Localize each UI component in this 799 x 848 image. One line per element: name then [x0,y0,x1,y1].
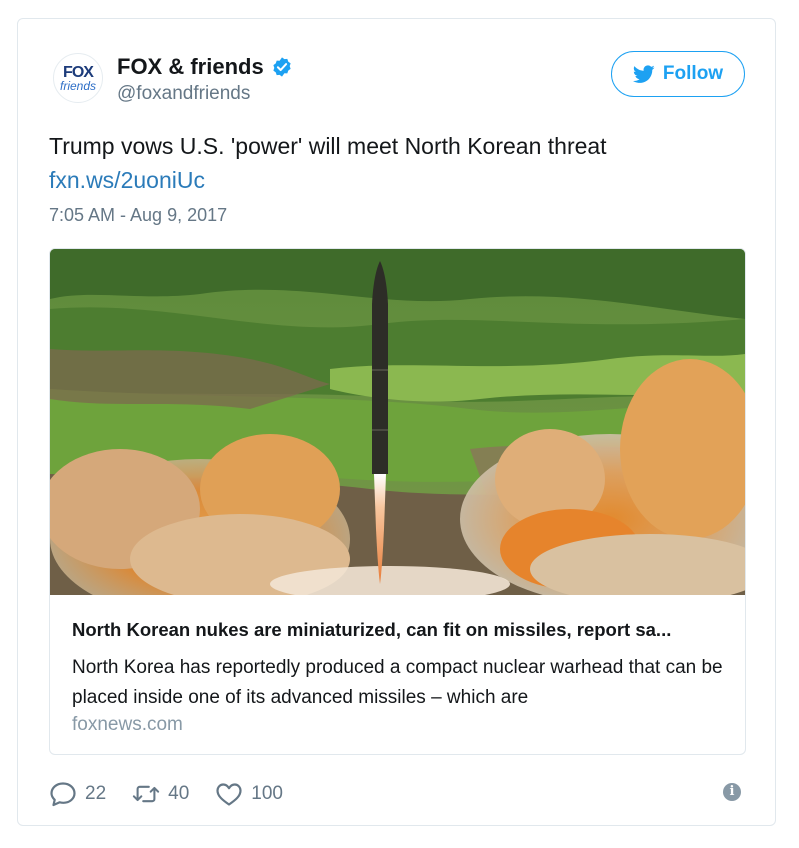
tweet-text: Trump vows U.S. 'power' will meet North … [49,133,607,159]
author-handle[interactable]: @foxandfriends [117,83,250,105]
avatar-logo-friends: friends [59,78,97,93]
avatar-logo-fox: FOX [63,63,94,81]
tweet-card: FOX friends FOX & friends @foxandfriends… [17,18,776,826]
verified-icon [273,57,291,77]
card-domain: foxnews.com [72,714,183,735]
like-button[interactable]: 100 [215,781,283,807]
follow-label: Follow [662,63,724,84]
info-icon[interactable]: i [723,783,741,801]
reply-icon [50,782,76,807]
like-icon [216,783,242,806]
card-image [50,249,745,595]
retweet-button[interactable]: 40 [132,781,189,807]
card-description: North Korea has reportedly produced a co… [72,657,723,708]
tweet-actions: 22 40 100 [49,779,309,809]
reply-count: 22 [85,783,107,804]
twitter-bird-icon [632,64,655,83]
retweet-icon [132,785,160,803]
link-card[interactable]: North Korean nukes are miniaturized, can… [49,248,746,755]
author-name-text: FOX & friends [117,54,264,79]
avatar[interactable]: FOX friends [53,53,103,103]
like-count: 100 [251,783,283,804]
retweet-count: 40 [168,783,190,804]
tweet-link[interactable]: fxn.ws/2uoniUc [49,167,205,194]
reply-button[interactable]: 22 [49,781,106,807]
author-name[interactable]: FOX & friends [117,54,293,80]
card-title: North Korean nukes are miniaturized, can… [72,619,672,640]
tweet-timestamp[interactable]: 7:05 AM - Aug 9, 2017 [49,205,227,226]
follow-button[interactable]: Follow [611,51,745,97]
